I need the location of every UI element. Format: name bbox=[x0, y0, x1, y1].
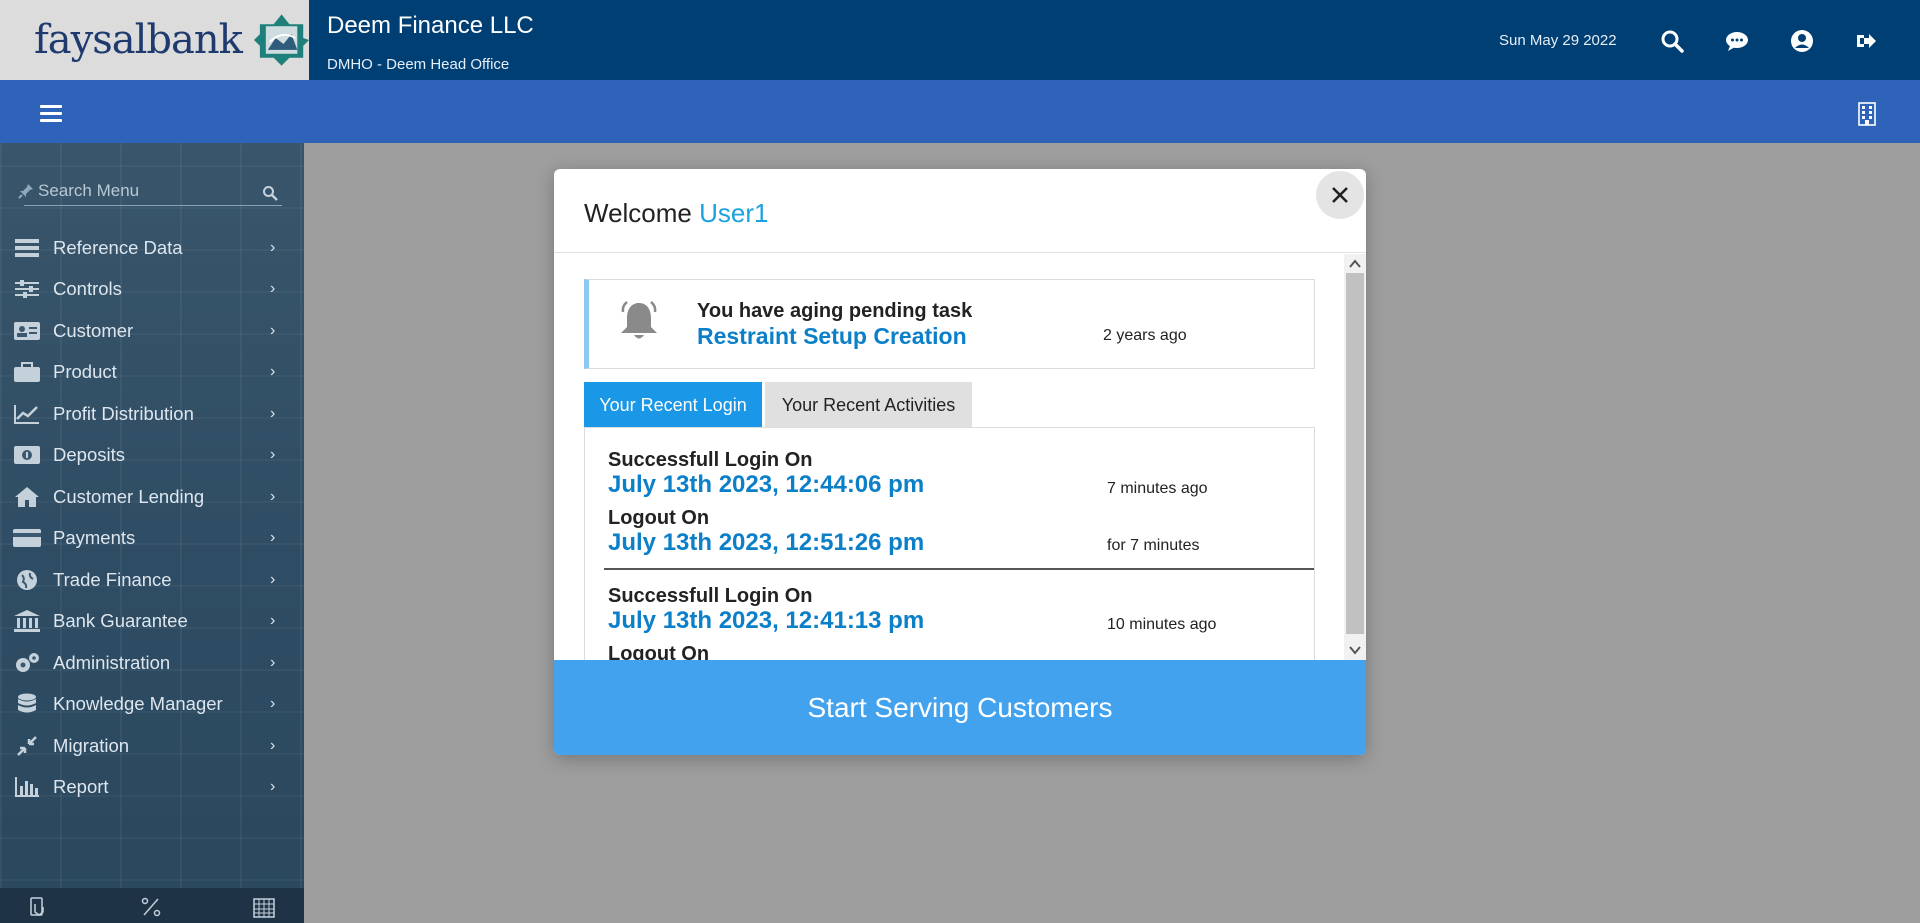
scroll-thumb[interactable] bbox=[1346, 273, 1364, 634]
chat-icon[interactable] bbox=[1724, 28, 1750, 54]
chevron-right-icon: › bbox=[270, 363, 276, 381]
chevron-right-icon: › bbox=[270, 238, 276, 256]
sidebar-item-payments[interactable]: Payments › bbox=[0, 518, 304, 560]
sidebar-item-reference-data[interactable]: Reference Data › bbox=[0, 227, 304, 269]
modal-body: You have aging pending task Restraint Se… bbox=[554, 254, 1366, 660]
welcome-modal: Welcome User1 You have aging pending tas… bbox=[554, 169, 1366, 755]
sidebar-search bbox=[16, 179, 284, 209]
tab-recent-login[interactable]: Your Recent Login bbox=[584, 382, 762, 428]
sidebar-item-product[interactable]: Product › bbox=[0, 352, 304, 394]
scroll-down-icon[interactable] bbox=[1349, 644, 1361, 656]
chevron-right-icon: › bbox=[270, 529, 276, 547]
close-icon bbox=[1332, 187, 1348, 203]
company-name: Deem Finance LLC bbox=[327, 12, 534, 39]
chevron-right-icon: › bbox=[270, 778, 276, 796]
sidebar-item-customer-lending[interactable]: Customer Lending › bbox=[0, 476, 304, 518]
logout-label: Logout On bbox=[608, 643, 710, 660]
brand-logo: faysalbank bbox=[0, 0, 309, 80]
sidebar-item-bank-guarantee[interactable]: Bank Guarantee › bbox=[0, 601, 304, 643]
task-time: 2 years ago bbox=[1103, 327, 1187, 344]
tab-recent-activities[interactable]: Your Recent Activities bbox=[765, 382, 972, 428]
chevron-right-icon: › bbox=[270, 612, 276, 630]
search-icon[interactable] bbox=[1659, 28, 1685, 54]
sidebar-footer bbox=[0, 888, 304, 923]
sidebar-item-controls[interactable]: Controls › bbox=[0, 269, 304, 311]
branch-name: DMHO - Deem Head Office bbox=[327, 56, 510, 73]
globe-icon bbox=[13, 569, 41, 591]
sidebar-item-knowledge-manager[interactable]: Knowledge Manager › bbox=[0, 684, 304, 726]
login-date: July 13th 2023, 12:41:13 pm bbox=[608, 607, 925, 634]
logo-text: faysalbank bbox=[34, 17, 243, 63]
chevron-right-icon: › bbox=[270, 695, 276, 713]
logo-emblem-icon bbox=[253, 14, 309, 66]
bank-icon bbox=[13, 610, 41, 633]
sidebar: Reference Data › Controls › Customer › P… bbox=[0, 143, 304, 923]
bell-icon bbox=[621, 301, 657, 339]
login-relative-time: 7 minutes ago bbox=[1107, 480, 1208, 497]
calendar-grid-icon[interactable] bbox=[253, 896, 275, 918]
recent-login-panel: Successfull Login On July 13th 2023, 12:… bbox=[584, 427, 1315, 660]
table-icon bbox=[13, 237, 41, 259]
briefcase-icon bbox=[13, 361, 41, 383]
scroll-up-icon[interactable] bbox=[1349, 258, 1361, 270]
cogs-icon bbox=[13, 652, 41, 674]
database-icon bbox=[13, 693, 41, 715]
sidebar-item-trade-finance[interactable]: Trade Finance › bbox=[0, 559, 304, 601]
sidebar-item-profit-distribution[interactable]: Profit Distribution › bbox=[0, 393, 304, 435]
pending-task-card: You have aging pending task Restraint Se… bbox=[584, 279, 1315, 369]
chevron-right-icon: › bbox=[270, 736, 276, 754]
sidebar-item-customer[interactable]: Customer › bbox=[0, 310, 304, 352]
login-label: Successfull Login On bbox=[608, 585, 813, 607]
sidebar-item-report[interactable]: Report › bbox=[0, 767, 304, 809]
hamburger-menu-icon[interactable] bbox=[40, 105, 62, 122]
pin-icon bbox=[18, 184, 33, 199]
session-duration: for 7 minutes bbox=[1107, 537, 1200, 554]
login-date: July 13th 2023, 12:44:06 pm bbox=[608, 471, 925, 498]
percent-icon[interactable] bbox=[140, 896, 162, 918]
compress-icon bbox=[13, 735, 41, 757]
chevron-right-icon: › bbox=[270, 404, 276, 422]
money-icon bbox=[13, 444, 41, 466]
sub-header-bar bbox=[0, 80, 1920, 143]
menu-search-input[interactable] bbox=[38, 179, 258, 203]
chevron-right-icon: › bbox=[270, 653, 276, 671]
sidebar-menu: Reference Data › Controls › Customer › P… bbox=[0, 227, 304, 808]
sidebar-item-migration[interactable]: Migration › bbox=[0, 725, 304, 767]
chevron-right-icon: › bbox=[270, 321, 276, 339]
bar-chart-icon bbox=[13, 776, 41, 798]
header-date: Sun May 29 2022 bbox=[1499, 32, 1617, 49]
modal-title: Welcome User1 bbox=[584, 198, 768, 229]
chevron-right-icon: › bbox=[270, 280, 276, 298]
user-profile-icon[interactable] bbox=[1789, 28, 1815, 54]
hand-pointer-icon[interactable] bbox=[27, 896, 49, 918]
chevron-right-icon: › bbox=[270, 570, 276, 588]
task-title: You have aging pending task bbox=[697, 300, 973, 322]
chevron-right-icon: › bbox=[270, 446, 276, 464]
sliders-icon bbox=[13, 278, 41, 300]
username: User1 bbox=[699, 198, 769, 228]
close-button[interactable] bbox=[1316, 171, 1364, 219]
welcome-text: Welcome bbox=[584, 198, 692, 228]
id-card-icon bbox=[13, 320, 41, 342]
building-icon[interactable] bbox=[1858, 102, 1876, 131]
login-relative-time: 10 minutes ago bbox=[1107, 616, 1217, 633]
entry-divider bbox=[604, 568, 1314, 570]
logout-label: Logout On bbox=[608, 507, 710, 529]
modal-scrollbar[interactable] bbox=[1344, 254, 1366, 660]
credit-card-icon bbox=[13, 527, 41, 549]
top-header: faysalbank Deem Finance LLC DMHO - Deem … bbox=[0, 0, 1920, 80]
task-link[interactable]: Restraint Setup Creation bbox=[697, 323, 967, 350]
logout-icon[interactable] bbox=[1853, 28, 1879, 54]
sidebar-item-deposits[interactable]: Deposits › bbox=[0, 435, 304, 477]
modal-header: Welcome User1 bbox=[554, 169, 1366, 253]
logout-date: July 13th 2023, 12:51:26 pm bbox=[608, 529, 925, 556]
sidebar-item-administration[interactable]: Administration › bbox=[0, 642, 304, 684]
home-icon bbox=[13, 486, 41, 508]
start-serving-button[interactable]: Start Serving Customers bbox=[554, 660, 1366, 755]
search-icon[interactable] bbox=[262, 185, 278, 201]
chart-line-icon bbox=[13, 403, 41, 425]
chevron-right-icon: › bbox=[270, 487, 276, 505]
login-label: Successfull Login On bbox=[608, 449, 813, 471]
